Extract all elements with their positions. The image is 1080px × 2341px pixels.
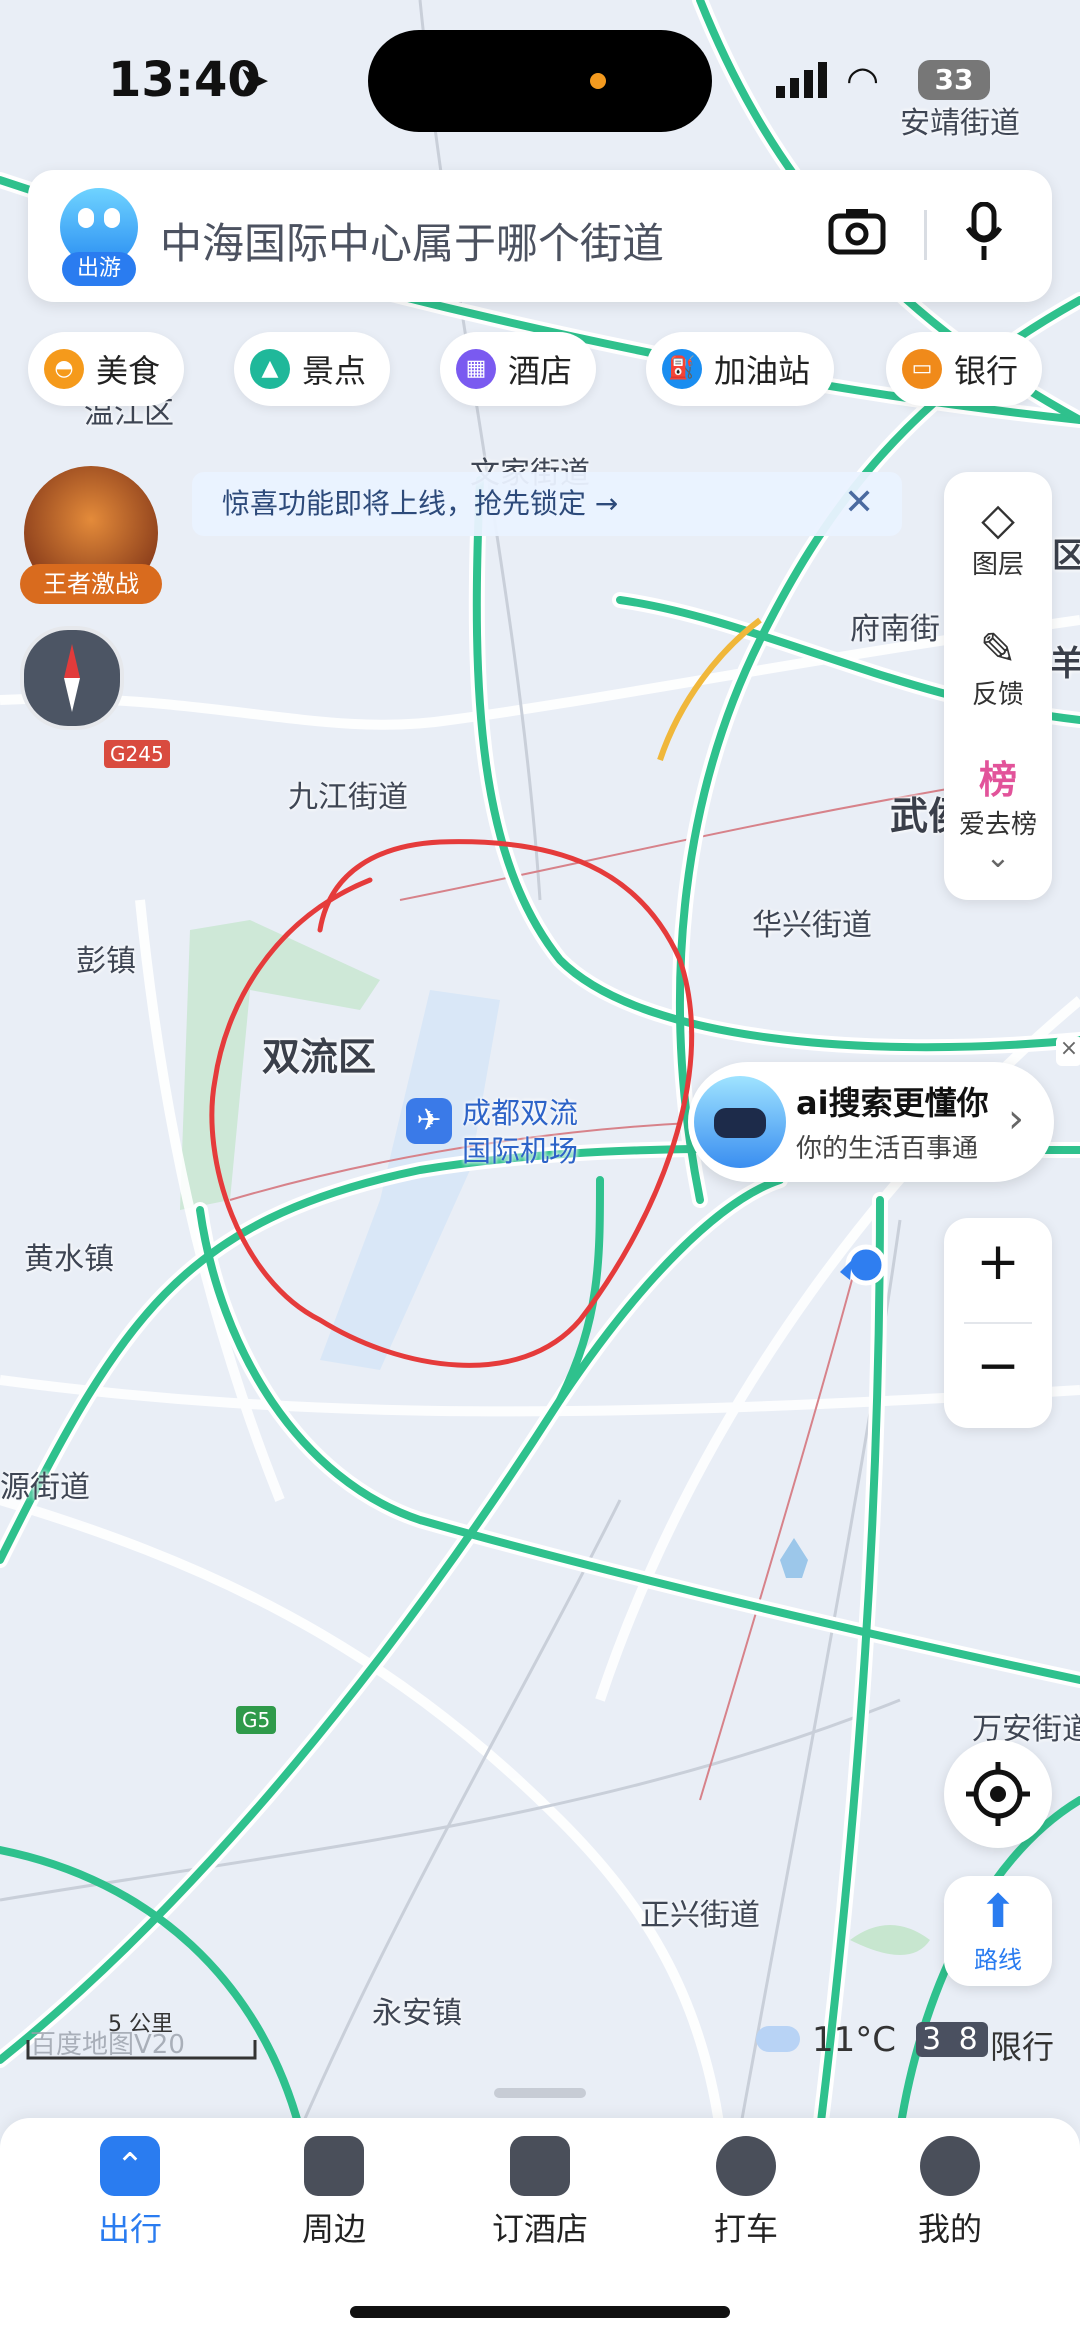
taxi-icon	[716, 2136, 776, 2196]
ai-title: ai搜索更懂你	[796, 1084, 989, 1122]
tab-label: 周边	[301, 2210, 366, 2248]
compass-icon[interactable]	[20, 626, 124, 730]
chip-bank[interactable]: ▭ 银行	[886, 332, 1043, 406]
tab-label: 出行	[97, 2210, 162, 2248]
route-label: 路线	[974, 1946, 1022, 1974]
feedback-label: 反馈	[971, 680, 1024, 710]
zoom-control: + −	[944, 1218, 1052, 1428]
map-label-zhengxing: 正兴街道	[640, 1898, 760, 1933]
tab-label: 打车	[713, 2210, 778, 2248]
highway-g5-badge: G5	[236, 1706, 277, 1734]
map-label-edge-a: 区	[1052, 536, 1080, 576]
map-label-huangshui: 黄水镇	[24, 1242, 114, 1277]
airport-icon[interactable]: ✈	[406, 1098, 452, 1144]
layers-button[interactable]: ◇ 图层	[944, 496, 1052, 581]
chip-label: 加油站	[714, 352, 811, 390]
search-divider	[924, 210, 927, 260]
camera-icon[interactable]	[828, 206, 886, 256]
home-indicator	[350, 2306, 730, 2318]
chip-label: 银行	[954, 352, 1019, 390]
map-label-huaxing: 华兴街道	[752, 908, 872, 943]
zoom-in-button[interactable]: +	[944, 1232, 1052, 1292]
hotel-icon: ▦	[456, 349, 496, 389]
locate-button[interactable]	[944, 1740, 1052, 1848]
map-watermark: 百度地图V20	[30, 2030, 185, 2060]
recording-dot-icon	[590, 73, 606, 89]
ai-close-icon[interactable]: ×	[1056, 1036, 1080, 1066]
locate-icon	[966, 1762, 1030, 1826]
ai-subtitle: 你的生活百事通	[796, 1134, 979, 1164]
rank-icon: 榜	[978, 758, 1017, 802]
signal-icon	[776, 62, 828, 98]
gas-station-icon: ⛽	[662, 349, 702, 389]
chip-food[interactable]: ◓ 美食	[28, 332, 185, 406]
chip-label: 酒店	[508, 352, 573, 390]
weather-icon	[756, 2026, 800, 2052]
tab-travel[interactable]: ⌃ 出行	[22, 2130, 238, 2250]
zoom-out-button[interactable]: −	[944, 1336, 1052, 1396]
route-button[interactable]: ⬆ 路线	[944, 1876, 1052, 1986]
chip-gas-station[interactable]: ⛽ 加油站	[646, 332, 835, 406]
chip-scenic[interactable]: ▲ 景点	[234, 332, 391, 406]
route-icon: ⬆	[978, 1884, 1018, 1938]
map-label-jiujiang: 九江街道	[288, 780, 408, 815]
promo-banner[interactable]: 惊喜功能即将上线，抢先锁定 →	[192, 472, 902, 536]
promo-banner-text[interactable]: 惊喜功能即将上线，抢先锁定 →	[222, 487, 618, 520]
chip-label: 美食	[96, 352, 161, 390]
travel-icon: ⌃	[100, 2136, 160, 2196]
tab-taxi[interactable]: 打车	[638, 2130, 854, 2250]
map-label-pengzhen: 彭镇	[76, 944, 136, 979]
food-icon: ◓	[44, 349, 84, 389]
ai-robot-icon	[694, 1076, 786, 1168]
highway-g245-badge: G245	[104, 740, 170, 768]
microphone-icon[interactable]	[964, 201, 1004, 262]
profile-icon	[920, 2136, 980, 2196]
map-label-anjing: 安靖街道	[900, 106, 1020, 141]
rank-button[interactable]: 榜 爱去榜	[944, 756, 1052, 841]
map-tools-panel: ◇ 图层 ✎ 反馈 榜 爱去榜 ⌄	[944, 472, 1052, 900]
avatar-badge: 出游	[62, 252, 136, 286]
rank-label: 爱去榜	[958, 810, 1037, 840]
restriction-label[interactable]: 限行	[990, 2022, 1054, 2068]
tab-label: 我的	[917, 2210, 982, 2248]
chevron-right-icon: ›	[1008, 1096, 1024, 1142]
tab-label: 订酒店	[491, 2210, 588, 2248]
map-label-airport-line2[interactable]: 国际机场	[462, 1128, 578, 1170]
ai-search-card[interactable]: ai搜索更懂你 你的生活百事通 ›	[688, 1062, 1054, 1182]
scenic-icon: ▲	[250, 349, 290, 389]
chip-label: 景点	[302, 352, 367, 390]
weather-temp[interactable]: 11°C	[812, 2020, 896, 2060]
map-label-yuan: 源街道	[0, 1470, 90, 1505]
location-arrow-icon: ➤	[238, 58, 270, 102]
search-bar[interactable]: 出游 中海国际中心属于哪个街道	[28, 170, 1052, 302]
map-label-funan: 府南街	[850, 612, 940, 647]
search-input[interactable]: 中海国际中心属于哪个街道	[160, 210, 664, 271]
bank-icon: ▭	[902, 349, 942, 389]
layers-icon: ◇	[981, 494, 1015, 545]
nearby-icon	[304, 2136, 364, 2196]
map-label-shuangliu: 双流区	[262, 1035, 377, 1079]
restriction-numbers[interactable]: 3 8	[916, 2022, 988, 2057]
map-label-yongan: 永安镇	[372, 1996, 462, 2031]
sheet-handle[interactable]	[494, 2088, 586, 2098]
hotel-building-icon	[510, 2136, 570, 2196]
close-icon[interactable]: ✕	[844, 482, 874, 523]
feedback-button[interactable]: ✎ 反馈	[944, 626, 1052, 711]
battery-icon: 33	[918, 60, 990, 100]
chevron-down-icon[interactable]: ⌄	[944, 840, 1052, 875]
dynamic-island	[368, 30, 712, 132]
map-label-edge-b: 羊	[1050, 644, 1080, 684]
chip-hotel[interactable]: ▦ 酒店	[440, 332, 597, 406]
map-label-airport-line1[interactable]: 成都双流	[462, 1090, 578, 1132]
feedback-icon: ✎	[979, 624, 1017, 675]
tab-book-hotel[interactable]: 订酒店	[432, 2130, 648, 2250]
zoom-divider	[964, 1322, 1032, 1324]
wifi-icon: ◠	[846, 58, 880, 102]
layers-label: 图层	[971, 550, 1024, 580]
game-badge-label[interactable]: 王者激战	[20, 564, 162, 604]
tab-mine[interactable]: 我的	[842, 2130, 1058, 2250]
tab-nearby[interactable]: 周边	[226, 2130, 442, 2250]
